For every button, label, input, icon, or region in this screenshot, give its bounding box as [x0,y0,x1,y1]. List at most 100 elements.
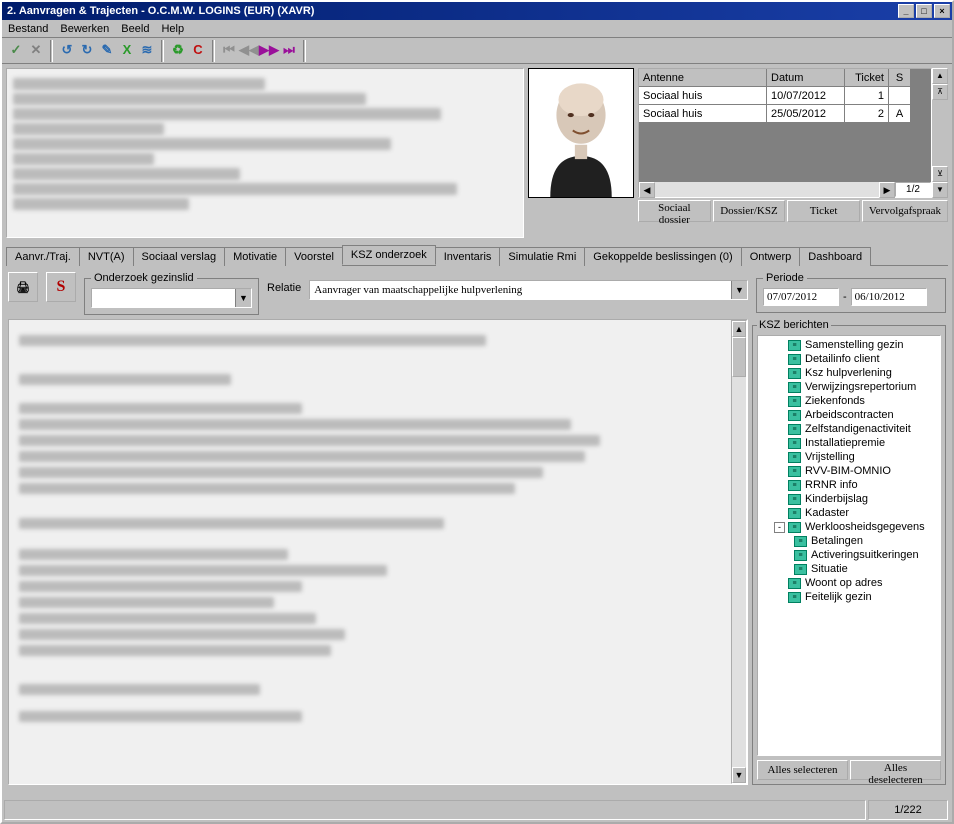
ticket-button[interactable]: Ticket [787,200,860,222]
tree-item[interactable]: ≡Arbeidscontracten [760,408,938,422]
menu-help[interactable]: Help [161,23,184,35]
tree-item-label: Kinderbijslag [805,493,868,505]
tree-item[interactable]: ≡RVV-BIM-OMNIO [760,464,938,478]
vervolgafspraak-button[interactable]: Vervolgafspraak [862,200,948,222]
periode-to-input[interactable] [851,288,927,306]
table-row[interactable]: Sociaal huis 25/05/2012 2 A [639,105,931,123]
tool-icon-3[interactable]: ✎ [97,41,117,61]
refresh-icon[interactable]: ♻ [168,41,188,61]
tree-item[interactable]: ≡Feitelijk gezin [760,590,938,604]
document-icon: ≡ [788,578,801,589]
onderzoek-gezinslid-combo[interactable]: ▼ [91,288,252,308]
printer-icon: 🖨 [16,281,30,294]
status-page: 1/222 [868,800,948,820]
grid-vscroll-bottom-icon[interactable]: ⊻ [932,166,948,182]
tabstrip: Aanvr./Traj. NVT(A) Sociaal verslag Moti… [6,244,948,266]
tree-item[interactable]: ≡Samenstelling gezin [760,338,938,352]
col-ticket[interactable]: Ticket [845,69,889,87]
sociaal-dossier-button[interactable]: Sociaal dossier [638,200,711,222]
menu-beeld[interactable]: Beeld [121,23,149,35]
tree-item[interactable]: ≡Vrijstelling [760,450,938,464]
excel-icon[interactable]: X [117,41,137,61]
tree-item-label: Werkloosheidsgegevens [805,521,925,533]
tree-item[interactable]: ≡Kinderbijslag [760,492,938,506]
tab-motivatie[interactable]: Motivatie [224,247,286,266]
nav-next-icon[interactable]: ▶▶ [259,41,279,61]
scroll-up-icon[interactable]: ▲ [732,321,746,337]
col-s[interactable]: S [889,69,911,87]
tab-inventaris[interactable]: Inventaris [435,247,501,266]
tab-simulatie-rmi[interactable]: Simulatie Rmi [499,247,585,266]
tree-item-label: Feitelijk gezin [805,591,872,603]
tree-item[interactable]: ≡Verwijzingsrepertorium [760,380,938,394]
tree-item[interactable]: ≡Activeringsuitkeringen [760,548,938,562]
grid-scroll-left-icon[interactable]: ◀ [639,182,655,198]
tree-item-label: Verwijzingsrepertorium [805,381,916,393]
grid-vscroll-up-icon[interactable]: ▲ [932,68,948,84]
nav-last-icon[interactable]: ⏭ [279,41,299,61]
relatie-combo[interactable]: ▼ [309,280,748,300]
ksz-berichten-tree[interactable]: ≡Samenstelling gezin≡Detailinfo client≡K… [757,335,941,756]
relatie-input[interactable] [310,281,731,299]
tree-item[interactable]: ≡Zelfstandigenactiviteit [760,422,938,436]
periode-from-input[interactable] [763,288,839,306]
tool-icon-2[interactable]: ↻ [77,41,97,61]
s-button[interactable]: S [46,272,76,302]
print-button[interactable]: 🖨 [8,272,38,302]
tab-gekoppelde-beslissingen[interactable]: Gekoppelde beslissingen (0) [584,247,741,266]
tab-ontwerp[interactable]: Ontwerp [741,247,801,266]
status-cell [4,800,866,820]
tree-item[interactable]: -≡Werkloosheidsgegevens [760,520,938,534]
minimize-button[interactable]: _ [898,4,914,18]
close-button[interactable]: × [934,4,950,18]
tree-item[interactable]: ≡RRNR info [760,478,938,492]
col-antenne[interactable]: Antenne [639,69,767,87]
tree-item-label: RVV-BIM-OMNIO [805,465,891,477]
tickets-grid[interactable]: Antenne Datum Ticket S Sociaal huis 10/0… [638,68,932,198]
col-datum[interactable]: Datum [767,69,845,87]
grid-scroll-track[interactable] [655,182,879,197]
chevron-down-icon[interactable]: ▼ [731,281,747,299]
tree-item[interactable]: ≡Situatie [760,562,938,576]
alles-deselecteren-button[interactable]: Alles deselecteren [850,760,941,780]
tree-item[interactable]: ≡Woont op adres [760,576,938,590]
tool-icon-4[interactable]: ≋ [137,41,157,61]
table-row[interactable]: Sociaal huis 10/07/2012 1 [639,87,931,105]
tab-ksz-onderzoek[interactable]: KSZ onderzoek [342,245,436,265]
tree-item[interactable]: ≡Installatiepremie [760,436,938,450]
tree-expand-icon[interactable]: - [774,522,785,533]
tree-item[interactable]: ≡Betalingen [760,534,938,548]
scroll-thumb[interactable] [732,337,746,377]
dossier-ksz-button[interactable]: Dossier/KSZ [713,200,786,222]
tree-item-label: Ziekenfonds [805,395,865,407]
tab-voorstel[interactable]: Voorstel [285,247,343,266]
ksz-berichten-label: KSZ berichten [757,319,831,331]
tool-icon-1[interactable]: ↺ [57,41,77,61]
alles-selecteren-button[interactable]: Alles selecteren [757,760,848,780]
grid-vscroll-top-icon[interactable]: ⊼ [932,84,948,100]
grid-scroll-right-icon[interactable]: ▶ [879,182,895,198]
tab-aanvr-traj[interactable]: Aanvr./Traj. [6,247,80,266]
scroll-down-icon[interactable]: ▼ [732,767,746,783]
nav-prev-icon[interactable]: ◀◀ [239,41,259,61]
tree-item[interactable]: ≡Ziekenfonds [760,394,938,408]
report-vscrollbar[interactable]: ▲ ▼ [731,320,747,784]
tree-item[interactable]: ≡Ksz hulpverlening [760,366,938,380]
tab-sociaal-verslag[interactable]: Sociaal verslag [133,247,226,266]
tab-dashboard[interactable]: Dashboard [799,247,871,266]
onderzoek-gezinslid-input[interactable] [92,289,235,307]
tree-item[interactable]: ≡Detailinfo client [760,352,938,366]
tab-nvt-a[interactable]: NVT(A) [79,247,134,266]
chevron-down-icon[interactable]: ▼ [235,289,251,307]
menubar: Bestand Bewerken Beeld Help [2,20,952,38]
letter-c-icon[interactable]: C [188,41,208,61]
nav-first-icon[interactable]: ⏮ [219,41,239,61]
menu-bewerken[interactable]: Bewerken [60,23,109,35]
document-icon: ≡ [788,368,801,379]
menu-bestand[interactable]: Bestand [8,23,48,35]
grid-vscroll-down-icon[interactable]: ▼ [932,182,948,198]
cancel-icon[interactable]: ✕ [26,41,46,61]
tree-item[interactable]: ≡Kadaster [760,506,938,520]
confirm-icon[interactable]: ✓ [6,41,26,61]
maximize-button[interactable]: □ [916,4,932,18]
